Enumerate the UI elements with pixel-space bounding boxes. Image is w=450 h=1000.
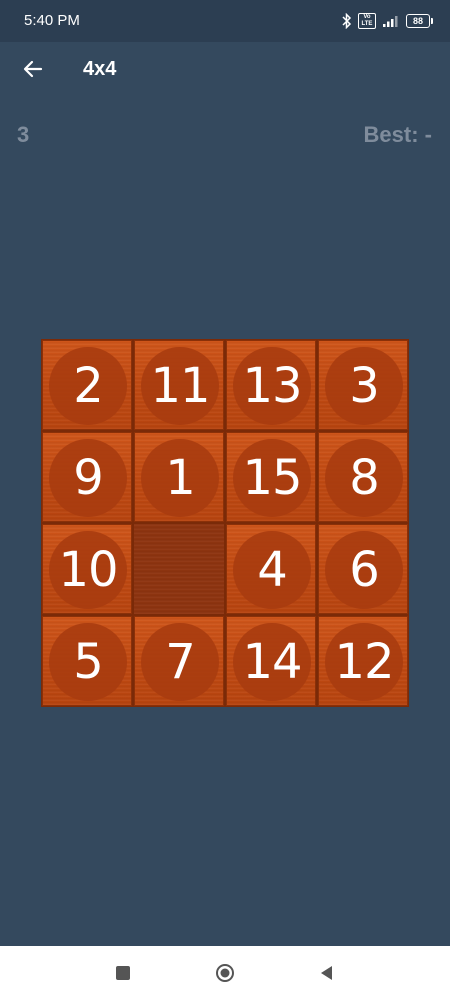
tile-2[interactable]: 2 — [42, 340, 132, 430]
tile-14[interactable]: 14 — [226, 616, 316, 706]
square-icon — [116, 966, 130, 980]
tile-number: 8 — [349, 450, 380, 506]
circle-icon — [216, 964, 234, 982]
tile-number: 5 — [73, 634, 104, 690]
status-bar: 5:40 PM Vo LTE 88 — [0, 0, 450, 42]
battery-icon: 88 — [406, 14, 433, 28]
tile-number: 6 — [349, 542, 380, 598]
navigation-bar — [0, 946, 450, 1000]
tile-1[interactable]: 1 — [134, 432, 224, 522]
tile-8[interactable]: 8 — [318, 432, 408, 522]
tile-9[interactable]: 9 — [42, 432, 132, 522]
status-time: 5:40 PM — [24, 12, 80, 29]
back-nav-button[interactable] — [310, 956, 344, 990]
page-title: 4x4 — [83, 58, 117, 80]
tile-number: 9 — [73, 450, 104, 506]
tile-number: 12 — [334, 634, 394, 690]
recents-button[interactable] — [106, 956, 140, 990]
home-button[interactable] — [208, 956, 242, 990]
triangle-back-icon — [321, 966, 332, 980]
tile-5[interactable]: 5 — [42, 616, 132, 706]
tile-10[interactable]: 10 — [42, 524, 132, 614]
tile-number: 4 — [257, 542, 288, 598]
tile-7[interactable]: 7 — [134, 616, 224, 706]
arrow-left-icon — [23, 60, 43, 78]
moves-count: 3 — [17, 122, 30, 147]
tile-number: 3 — [349, 358, 380, 414]
bluetooth-icon — [342, 13, 352, 29]
tile-4[interactable]: 4 — [226, 524, 316, 614]
tile-number: 14 — [242, 634, 302, 690]
tile-number: 11 — [150, 358, 210, 414]
tile-number: 10 — [58, 542, 118, 598]
tile-number: 1 — [165, 450, 196, 506]
tile-number: 7 — [165, 634, 196, 690]
back-button[interactable] — [12, 48, 56, 92]
status-icons: Vo LTE 88 — [342, 12, 433, 30]
volte-icon: Vo LTE — [358, 13, 376, 29]
tile-number: 15 — [242, 450, 302, 506]
best-score: Best: - — [363, 122, 432, 147]
empty-slot — [134, 524, 224, 614]
app-bar: 4x4 — [0, 42, 450, 98]
tile-12[interactable]: 12 — [318, 616, 408, 706]
tile-13[interactable]: 13 — [226, 340, 316, 430]
tile-15[interactable]: 15 — [226, 432, 316, 522]
tile-11[interactable]: 11 — [134, 340, 224, 430]
signal-icon — [383, 16, 398, 27]
tile-number: 13 — [242, 358, 302, 414]
tile-6[interactable]: 6 — [318, 524, 408, 614]
puzzle-board: 2 11 13 3 9 1 15 8 10 4 6 5 7 14 12 — [41, 339, 409, 707]
tile-3[interactable]: 3 — [318, 340, 408, 430]
tile-number: 2 — [73, 358, 104, 414]
